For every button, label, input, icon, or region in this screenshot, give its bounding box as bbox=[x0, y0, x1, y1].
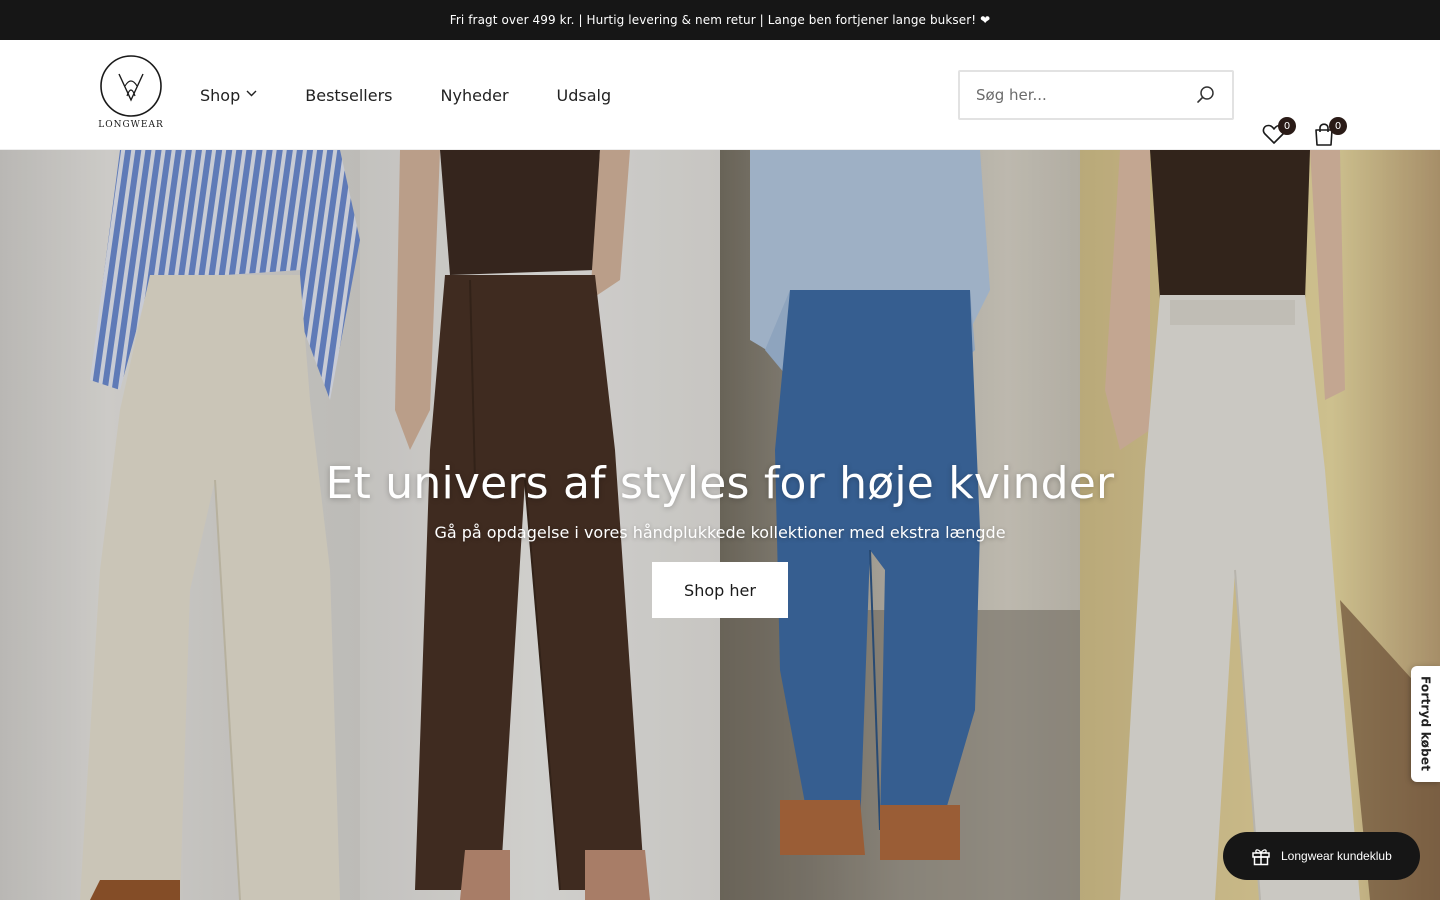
chevron-down-icon bbox=[246, 89, 257, 100]
nav-item-nyheder[interactable]: Nyheder bbox=[441, 86, 509, 105]
site-header: LONGWEAR Shop Bestsellers Nyheder Udsalg… bbox=[0, 40, 1440, 150]
cart-count-badge: 0 bbox=[1329, 117, 1347, 135]
nav-item-label: Shop bbox=[200, 85, 241, 105]
search-box bbox=[958, 70, 1234, 120]
loyalty-club-widget[interactable]: Longwear kundeklub bbox=[1223, 832, 1420, 880]
nav-item-shop[interactable]: Shop bbox=[200, 86, 257, 105]
gift-icon bbox=[1252, 849, 1270, 866]
nav-item-udsalg[interactable]: Udsalg bbox=[557, 86, 612, 105]
logo-wordmark: LONGWEAR bbox=[98, 120, 164, 130]
wishlist-button[interactable]: 0 bbox=[1262, 117, 1296, 149]
wishlist-count-badge: 0 bbox=[1278, 117, 1296, 135]
search-input[interactable] bbox=[976, 86, 1176, 104]
announcement-text: Fri fragt over 499 kr. | Hurtig levering… bbox=[449, 13, 991, 27]
brand-logo[interactable]: LONGWEAR bbox=[94, 54, 168, 136]
hero-overlay bbox=[0, 150, 1440, 900]
shop-now-button[interactable]: Shop her bbox=[652, 562, 788, 618]
nav-item-bestsellers[interactable]: Bestsellers bbox=[305, 86, 392, 105]
side-tab-label: Fortryd købet bbox=[1418, 676, 1433, 772]
announcement-bar: Fri fragt over 499 kr. | Hurtig levering… bbox=[0, 0, 1440, 40]
main-nav: Shop Bestsellers Nyheder Udsalg bbox=[200, 40, 659, 150]
loyalty-club-label: Longwear kundeklub bbox=[1281, 849, 1392, 863]
regret-purchase-tab[interactable]: Fortryd købet bbox=[1411, 666, 1440, 782]
search-icon[interactable] bbox=[1196, 85, 1216, 105]
logo-mark-icon bbox=[100, 55, 162, 117]
cart-button[interactable]: 0 bbox=[1313, 117, 1347, 149]
nav-item-label: Nyheder bbox=[440, 85, 509, 105]
nav-item-label: Udsalg bbox=[556, 85, 612, 105]
hero-banner[interactable] bbox=[0, 150, 1440, 900]
nav-item-label: Bestsellers bbox=[305, 85, 393, 105]
